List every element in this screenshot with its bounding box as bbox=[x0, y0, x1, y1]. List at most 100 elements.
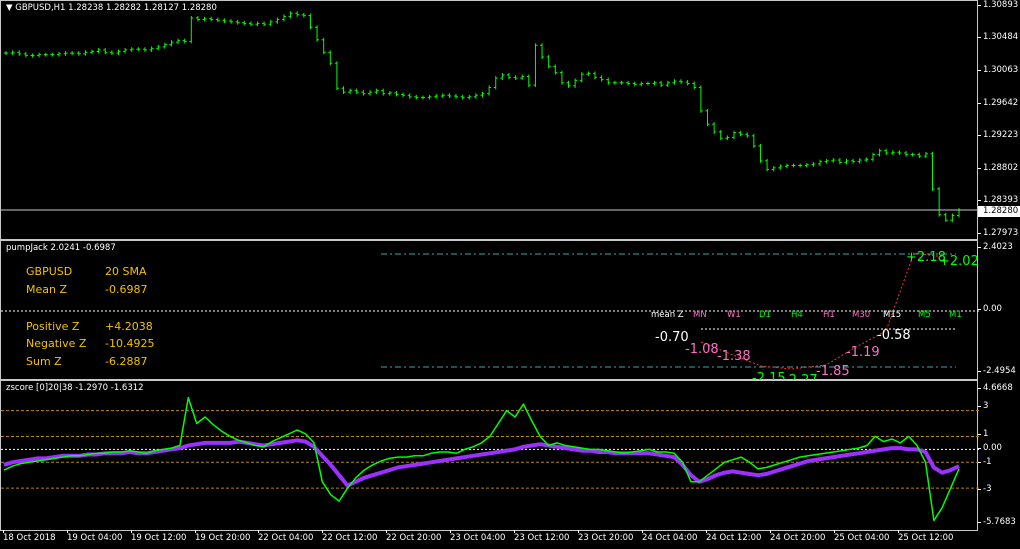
candle bbox=[526, 74, 531, 88]
candle bbox=[242, 20, 247, 26]
candle bbox=[712, 122, 717, 134]
candle bbox=[341, 86, 346, 95]
time-tick: 19 Oct 12:00 bbox=[131, 530, 187, 543]
candle bbox=[83, 50, 88, 56]
candle bbox=[454, 94, 459, 99]
candle bbox=[90, 49, 95, 55]
time-tick: 18 Oct 2018 bbox=[3, 530, 56, 543]
candle bbox=[652, 80, 657, 86]
candle bbox=[348, 88, 353, 95]
info-pos-label: Positive Z bbox=[26, 320, 80, 333]
chart-menu-triangle-icon[interactable]: ▼ bbox=[6, 3, 13, 13]
z-label-mean: -0.70 bbox=[655, 330, 689, 345]
candle bbox=[354, 88, 359, 95]
candle bbox=[950, 213, 955, 223]
candle bbox=[930, 151, 935, 191]
candle bbox=[619, 80, 624, 85]
candle bbox=[30, 53, 35, 58]
candle bbox=[632, 81, 637, 87]
candle bbox=[76, 51, 81, 56]
candle bbox=[566, 80, 571, 88]
tf-label-h4: H4 bbox=[791, 310, 803, 320]
info-pos-value: +4.2038 bbox=[105, 320, 153, 333]
time-tick: 23 Oct 12:00 bbox=[514, 530, 570, 543]
candle bbox=[169, 40, 174, 47]
candle bbox=[771, 165, 776, 172]
candle bbox=[50, 52, 55, 57]
candle bbox=[447, 93, 452, 98]
tf-label-m15: M15 bbox=[883, 310, 902, 320]
candle bbox=[129, 47, 134, 52]
z-label-m1: +2.02 bbox=[939, 254, 979, 269]
candle bbox=[573, 78, 578, 88]
candle bbox=[136, 47, 141, 52]
candle bbox=[831, 158, 836, 163]
candle bbox=[612, 80, 617, 85]
price-chart-pane[interactable]: ▼ GBPUSD,H1 1.28238 1.28282 1.28127 1.28… bbox=[0, 0, 979, 240]
candle bbox=[394, 90, 399, 97]
candle bbox=[10, 50, 15, 56]
candle bbox=[923, 151, 928, 159]
candle bbox=[725, 135, 730, 141]
price-axis[interactable]: 1.30893 1.30484 1.30063 1.29642 1.29223 … bbox=[978, 0, 1020, 240]
zscore-axis[interactable]: 4.6668 3 1 0.00 -1 -3 -5.7683 bbox=[978, 380, 1020, 531]
zscore-pane[interactable]: zscore [0]20|38 -1.2970 -1.6312 bbox=[0, 380, 979, 531]
candle bbox=[546, 55, 551, 69]
candle bbox=[467, 94, 472, 100]
current-price-label: 1.28280 bbox=[978, 206, 1020, 217]
time-tick: 19 Oct 20:00 bbox=[195, 530, 251, 543]
pumpjack-pane[interactable]: pumpJack 2.0241 -0.6987 GBPUSD 20 SMA Me… bbox=[0, 240, 979, 388]
candle bbox=[440, 93, 445, 98]
candle bbox=[374, 88, 379, 95]
time-tick: 19 Oct 04:00 bbox=[67, 530, 123, 543]
candle bbox=[176, 38, 181, 45]
candle bbox=[579, 72, 584, 83]
candle bbox=[334, 61, 339, 91]
candle bbox=[156, 44, 161, 51]
candle bbox=[890, 150, 895, 155]
tf-label-w1: W1 bbox=[727, 310, 741, 320]
candle bbox=[288, 11, 293, 19]
tf-label-m30: M30 bbox=[852, 310, 871, 320]
candle bbox=[308, 13, 313, 30]
candle bbox=[109, 50, 114, 56]
candle bbox=[493, 76, 498, 90]
candle bbox=[837, 158, 842, 165]
candle bbox=[4, 51, 8, 56]
candle bbox=[778, 164, 783, 170]
candle bbox=[877, 148, 882, 157]
info-sum-value: -6.2887 bbox=[105, 355, 148, 368]
candle bbox=[420, 95, 425, 100]
candle bbox=[281, 14, 286, 22]
tf-label-m1: M1 bbox=[949, 310, 962, 320]
candle bbox=[553, 64, 558, 75]
candle bbox=[63, 51, 68, 56]
candle bbox=[460, 94, 465, 100]
time-tick: 25 Oct 04:00 bbox=[834, 530, 890, 543]
candle bbox=[659, 80, 664, 88]
candle bbox=[824, 158, 829, 164]
candle bbox=[473, 93, 478, 99]
time-axis[interactable]: 18 Oct 2018 19 Oct 04:00 19 Oct 12:00 19… bbox=[0, 530, 1020, 549]
candle bbox=[414, 94, 419, 100]
candle bbox=[182, 38, 187, 44]
candle bbox=[480, 91, 485, 98]
candle bbox=[407, 93, 412, 99]
pumpjack-axis[interactable]: 2.4023 0.00 -2.4954 bbox=[978, 240, 1020, 380]
candle bbox=[387, 90, 392, 96]
candle bbox=[705, 108, 710, 127]
candle bbox=[884, 148, 889, 155]
z-label-mn: -1.08 bbox=[685, 342, 719, 357]
z-label-m30: -1.19 bbox=[846, 345, 880, 360]
candle bbox=[37, 52, 42, 58]
candle bbox=[427, 94, 432, 100]
candle bbox=[698, 85, 703, 113]
candle bbox=[209, 16, 214, 22]
info-neg-value: -10.4925 bbox=[105, 337, 155, 350]
candle bbox=[811, 162, 816, 167]
candle bbox=[506, 72, 511, 80]
candle bbox=[533, 43, 538, 88]
candle bbox=[745, 132, 750, 138]
time-tick: 25 Oct 12:00 bbox=[898, 530, 954, 543]
pumpjack-title: pumpJack 2.0241 -0.6987 bbox=[6, 243, 116, 253]
